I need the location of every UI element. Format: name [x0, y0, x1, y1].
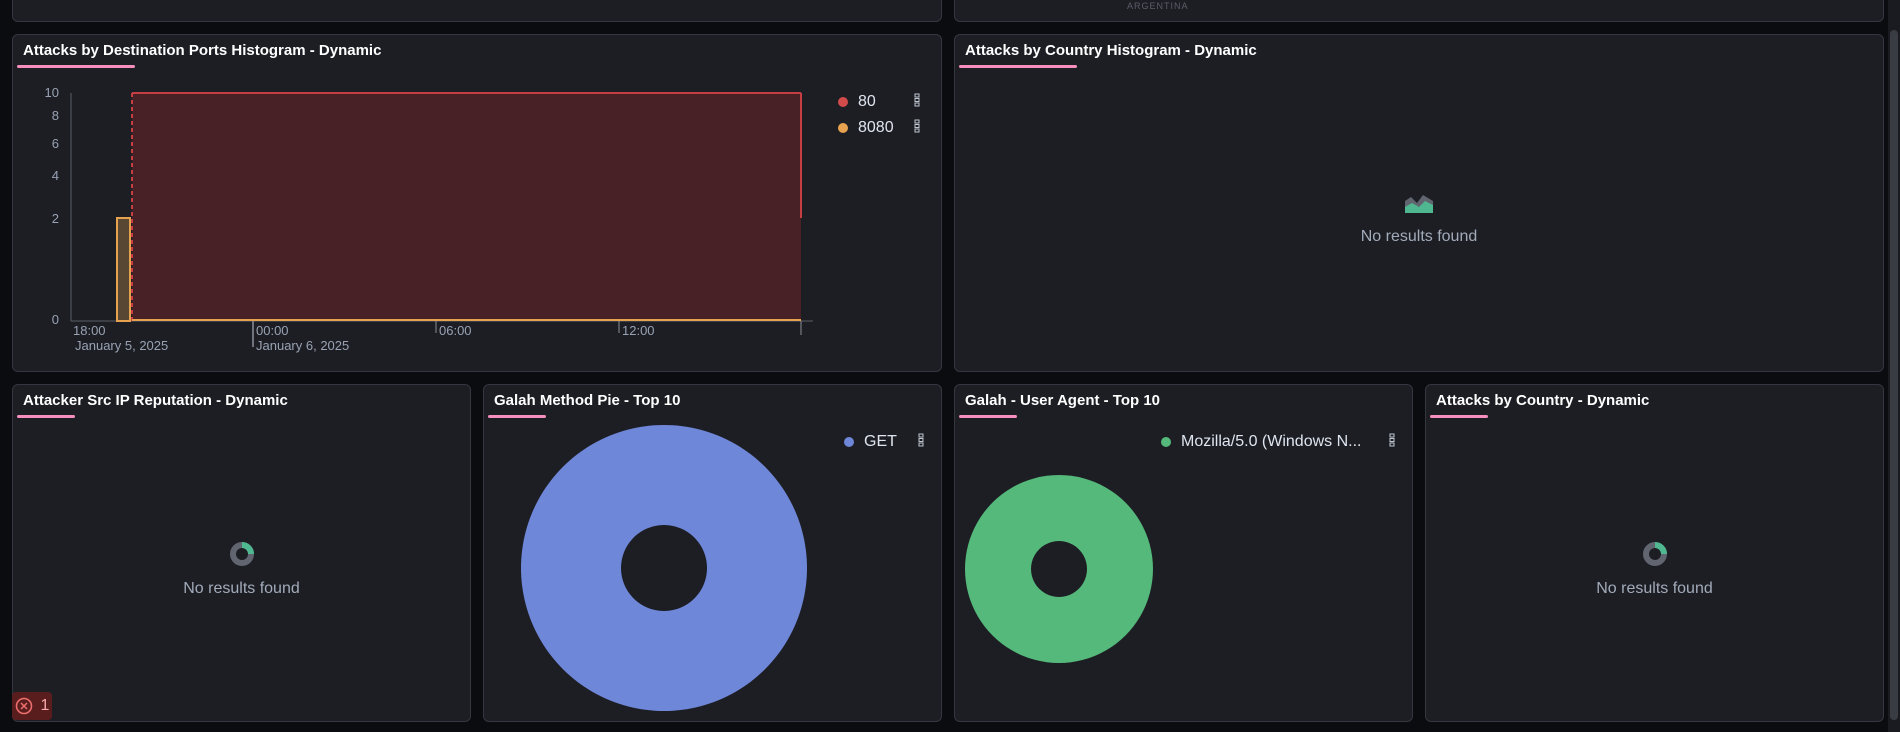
title-underline — [17, 415, 75, 418]
series-80-area — [132, 93, 801, 321]
y-tick-label: 0 — [52, 312, 59, 327]
area-chart-icon — [1405, 195, 1433, 213]
user-agent-legend: Mozilla/5.0 (Windows N... — [1161, 429, 1395, 455]
title-underline — [959, 65, 1077, 68]
legend-options-icon[interactable] — [1389, 433, 1395, 452]
map-label-fragment: ARGENTINA — [1127, 1, 1189, 11]
method-pie-panel[interactable]: Galah Method Pie - Top 10 GET — [483, 384, 942, 722]
legend-dot — [844, 437, 854, 447]
country-histogram-panel[interactable]: Attacks by Country Histogram - Dynamic N… — [954, 34, 1884, 372]
legend-label: Mozilla/5.0 (Windows N... — [1181, 433, 1362, 450]
x-tick-date: January 5, 2025 — [75, 338, 168, 353]
legend-item-get[interactable]: GET — [844, 429, 924, 455]
y-tick-label: 2 — [52, 211, 59, 226]
legend-label: GET — [864, 433, 897, 450]
legend-options-icon[interactable] — [918, 433, 924, 452]
user-agent-panel[interactable]: Galah - User Agent - Top 10 Mozilla/5.0 … — [954, 384, 1413, 722]
empty-message: No results found — [1360, 228, 1478, 245]
x-tick-time: 18:00 — [73, 323, 106, 338]
empty-state: No results found — [1426, 541, 1883, 598]
legend-options-icon[interactable] — [914, 119, 920, 138]
scrollbar-thumb[interactable] — [1890, 30, 1898, 720]
empty-state: No results found — [955, 191, 1883, 246]
legend-label: 8080 — [858, 119, 894, 136]
x-tick-time: 12:00 — [622, 323, 655, 338]
ports-legend: 80 8080 — [838, 89, 920, 141]
x-tick-time: 06:00 — [439, 323, 472, 338]
error-icon — [15, 697, 32, 715]
y-tick-label: 6 — [52, 136, 59, 151]
panel-title: Attacks by Country - Dynamic — [1436, 392, 1650, 409]
y-tick-label: 8 — [52, 108, 59, 123]
legend-dot — [838, 97, 848, 107]
y-tick-label: 10 — [45, 85, 59, 100]
ports-histogram-panel[interactable]: Attacks by Destination Ports Histogram -… — [12, 34, 942, 372]
donut-chart-icon — [1642, 542, 1667, 566]
error-count: 1 — [40, 697, 50, 714]
src-ip-reputation-panel[interactable]: Attacker Src IP Reputation - Dynamic No … — [12, 384, 471, 722]
country-dynamic-panel[interactable]: Attacks by Country - Dynamic No results … — [1425, 384, 1884, 722]
dashboard-canvas: ARGENTINA Attacks by Destination Ports H… — [0, 0, 1900, 732]
ports-histogram-chart[interactable]: 10 8 6 4 2 0 18:00 January 5, 2025 00:00… — [13, 35, 942, 372]
panel-title: Attacker Src IP Reputation - Dynamic — [23, 392, 288, 409]
top-right-panel-fragment: ARGENTINA — [954, 0, 1884, 22]
empty-message: No results found — [183, 580, 300, 597]
pie-slice-mozilla — [964, 475, 1153, 663]
legend-item-mozilla[interactable]: Mozilla/5.0 (Windows N... — [1161, 429, 1395, 455]
series-8080-bar — [116, 217, 131, 322]
legend-dot — [1161, 437, 1171, 447]
legend-label: 80 — [858, 93, 876, 110]
legend-item-8080[interactable]: 8080 — [838, 115, 920, 141]
error-badge[interactable]: 1 — [12, 692, 52, 720]
empty-message: No results found — [1596, 580, 1713, 597]
page-scrollbar[interactable] — [1888, 0, 1900, 732]
pie-slice-get — [520, 425, 807, 711]
empty-state: No results found — [13, 541, 470, 598]
x-tick-time: 00:00 — [256, 323, 289, 338]
legend-dot — [838, 123, 848, 133]
y-tick-label: 4 — [52, 168, 59, 183]
x-tick-date: January 6, 2025 — [256, 338, 349, 353]
legend-options-icon[interactable] — [914, 93, 920, 112]
legend-item-80[interactable]: 80 — [838, 89, 920, 115]
title-underline — [1430, 415, 1488, 418]
top-left-panel-fragment — [12, 0, 942, 22]
donut-chart-icon — [229, 542, 254, 566]
panel-title: Attacks by Country Histogram - Dynamic — [965, 42, 1257, 59]
method-legend: GET — [844, 429, 924, 455]
